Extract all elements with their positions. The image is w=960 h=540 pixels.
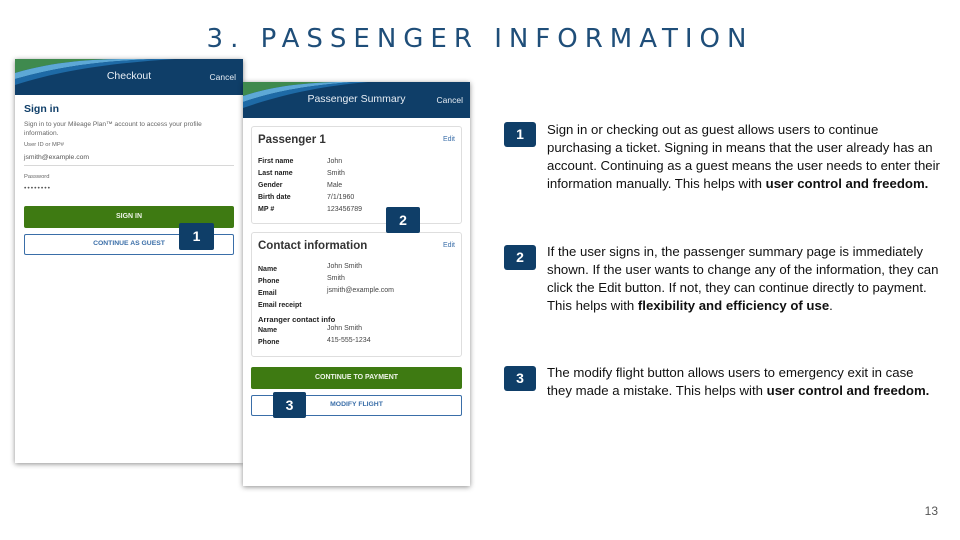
field-label: Name — [258, 327, 278, 334]
note-1-emphasis: user control and freedom. — [765, 176, 929, 191]
note-2: If the user signs in, the passenger summ… — [547, 243, 942, 315]
continue-to-payment-button[interactable]: CONTINUE TO PAYMENT — [251, 367, 462, 389]
field-value: John — [327, 158, 343, 165]
field-row: Last name Smith — [258, 168, 455, 180]
field-label: Last name — [258, 170, 293, 177]
field-label: Name — [258, 266, 278, 273]
contact-card: Contact information Edit Name John Smith … — [251, 232, 462, 357]
user-id-label: User ID or MP# — [24, 142, 64, 148]
field-value: 7/1/1960 — [327, 194, 355, 201]
page-number: 13 — [924, 504, 938, 518]
sign-in-heading: Sign in — [24, 103, 59, 115]
field-label: Email receipt — [258, 302, 302, 309]
checkout-screen: Checkout Cancel Sign in Sign in to your … — [15, 59, 243, 463]
field-value: 415-555-1234 — [327, 337, 371, 344]
checkout-header: Checkout Cancel — [15, 59, 243, 95]
field-row: Email jsmith@example.com — [258, 287, 455, 300]
note-3-emphasis: user control and freedom. — [766, 383, 930, 398]
password-input[interactable]: •••••••• — [24, 185, 234, 196]
field-value: Smith — [327, 170, 345, 177]
user-id-input[interactable]: jsmith@example.com — [24, 154, 234, 166]
note-badge-3: 3 — [504, 366, 536, 391]
field-label: MP # — [258, 206, 275, 213]
passenger-card-title: Passenger 1 — [258, 134, 326, 146]
summary-body: Passenger 1 Edit First name John Last nam… — [243, 118, 470, 424]
field-label: First name — [258, 158, 294, 165]
field-row: Email receipt — [258, 300, 455, 312]
note-badge-1: 1 — [504, 122, 536, 147]
note-3: The modify flight button allows users to… — [547, 364, 942, 400]
field-value: 123456789 — [327, 206, 363, 213]
field-row: First name John — [258, 156, 455, 168]
callout-badge-2: 2 — [386, 207, 420, 233]
passenger-edit-link[interactable]: Edit — [443, 136, 455, 143]
note-1: Sign in or checking out as guest allows … — [547, 121, 942, 193]
password-label: Password — [24, 174, 50, 180]
field-label: Birth date — [258, 194, 291, 201]
note-2-emphasis: flexibility and efficiency of use — [637, 298, 830, 313]
field-row: Birth date 7/1/1960 — [258, 192, 455, 204]
field-label: Phone — [258, 278, 280, 285]
sign-in-description: Sign in to your Mileage Plan™ account to… — [24, 121, 202, 137]
field-value: Male — [327, 182, 343, 189]
summary-header: Passenger Summary Cancel — [243, 82, 470, 118]
field-row: Gender Male — [258, 180, 455, 192]
field-label: Gender — [258, 182, 283, 189]
checkout-cancel-link[interactable]: Cancel — [210, 72, 236, 82]
note-badge-2: 2 — [504, 245, 536, 270]
contact-edit-link[interactable]: Edit — [443, 242, 455, 249]
note-2-tail: . — [829, 298, 833, 313]
callout-badge-1: 1 — [179, 223, 214, 250]
callout-badge-3: 3 — [273, 392, 306, 418]
field-value: jsmith@example.com — [327, 287, 395, 294]
field-row: Name John Smith — [258, 263, 455, 276]
summary-cancel-link[interactable]: Cancel — [437, 95, 463, 105]
passenger-card: Passenger 1 Edit First name John Last nam… — [251, 126, 462, 224]
field-row: MP # 123456789 — [258, 204, 455, 216]
passenger-summary-screen: Passenger Summary Cancel Passenger 1 Edi… — [243, 82, 470, 486]
field-label: Phone — [258, 339, 280, 346]
slide-title: 3. PASSENGER INFORMATION — [206, 24, 754, 54]
contact-card-title: Contact information — [258, 240, 368, 252]
field-label: Email — [258, 290, 277, 297]
field-row: Phone 415-555-1234 — [258, 337, 455, 349]
